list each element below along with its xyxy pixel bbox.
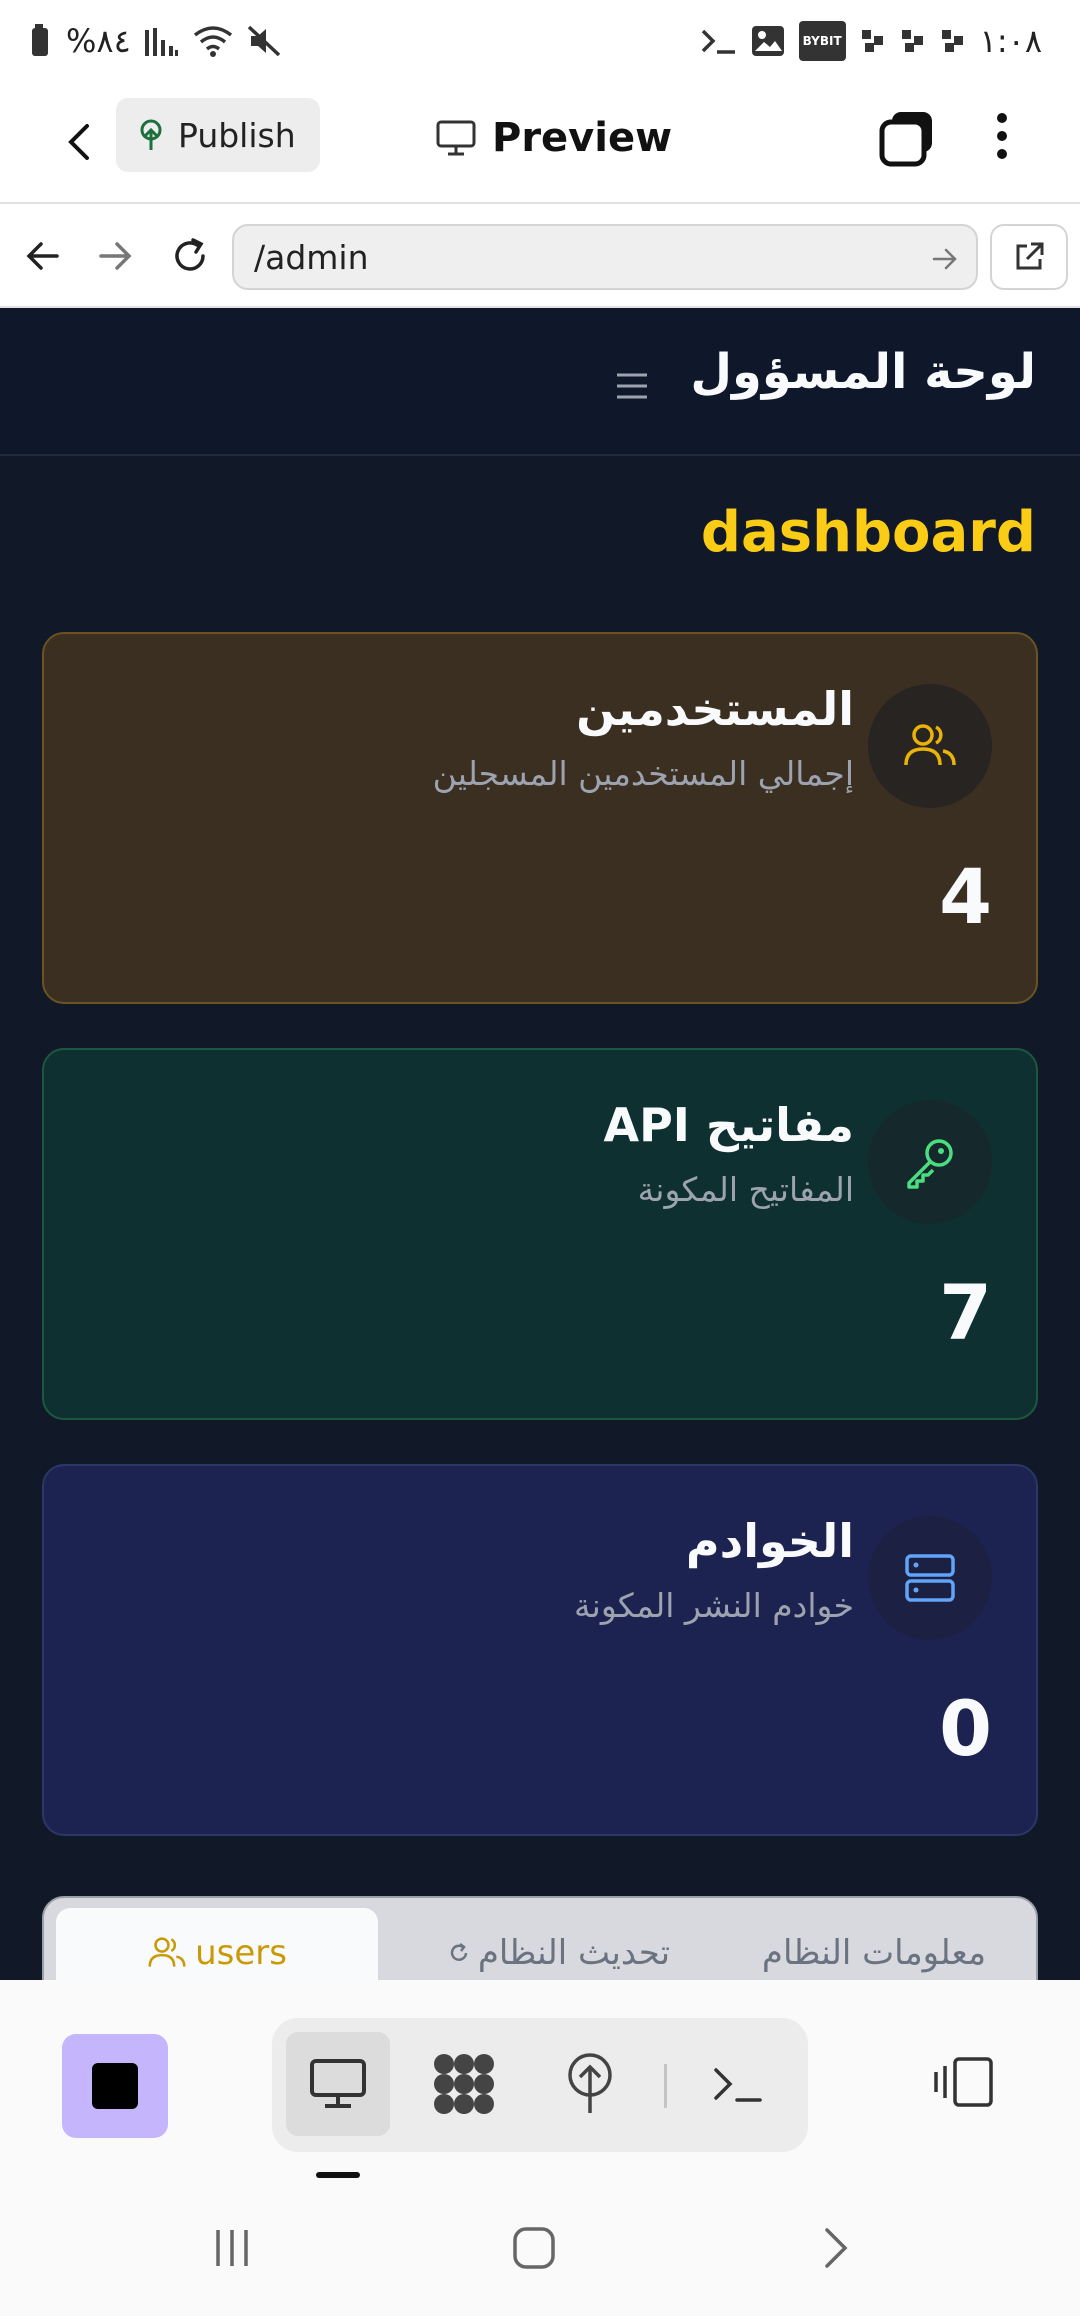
users-icon (148, 1937, 186, 1967)
url-text: /admin (254, 237, 369, 277)
wifi-icon (193, 21, 233, 61)
open-external-button[interactable] (990, 224, 1068, 290)
bybit-badge: BYBIT (798, 21, 846, 61)
app-notification-icon (900, 21, 926, 61)
card-value: 7 (939, 1268, 992, 1357)
tab-label: users (195, 1933, 287, 1973)
admin-title: لوحة المسؤول (690, 344, 1036, 400)
tab-system-update[interactable]: تحديث النظام (414, 1908, 704, 1980)
card-value: 4 (939, 852, 992, 941)
system-back-button[interactable] (796, 2216, 876, 2280)
card-subtitle: خوادم النشر المكونة (573, 1586, 854, 1625)
preview-tool-button[interactable] (286, 2032, 390, 2136)
key-icon (868, 1100, 992, 1224)
back-button[interactable] (48, 110, 108, 174)
tab-system-info[interactable]: معلومات النظام (724, 1908, 1024, 1980)
panels-button[interactable] (928, 2042, 1000, 2122)
arrow-left-icon (26, 242, 59, 270)
tab-label: معلومات النظام (761, 1933, 987, 1973)
status-right: BYBIT ١:٠٨ (701, 21, 1042, 61)
workspace-icon (434, 2054, 494, 2114)
menu-button[interactable] (604, 358, 660, 414)
card-subtitle: المفاتيح المكونة (637, 1170, 854, 1209)
battery-percent: %٨٤ (66, 22, 131, 60)
signal-icon (144, 21, 179, 61)
app-preview: لوحة المسؤول dashboard المستخدمين إجمالي… (0, 308, 1080, 1980)
publish-button[interactable]: Publish (116, 98, 320, 172)
reload-icon (175, 238, 205, 271)
terminal-icon (714, 2068, 762, 2102)
arrow-right-icon (932, 248, 957, 270)
stacked-tabs-icon (879, 112, 932, 167)
go-button[interactable] (932, 240, 958, 279)
preview-tab[interactable]: Preview (436, 102, 672, 174)
tabs-switcher-button[interactable] (878, 104, 938, 168)
app-notification-icon (940, 21, 966, 61)
admin-tabs: users تحديث النظام معلومات النظام (42, 1896, 1038, 1980)
status-bar: %٨٤ BYBIT ١:٠٨ (0, 0, 1080, 82)
publish-label: Publish (178, 115, 296, 155)
page-title: dashboard (700, 500, 1036, 565)
terminal-notification-icon (701, 21, 737, 61)
publish-icon (140, 119, 162, 150)
card-title: مفاتيح API (603, 1098, 854, 1152)
arrow-right-icon (99, 242, 132, 270)
active-tool-indicator (316, 2172, 360, 2178)
chevron-left-icon (68, 124, 89, 160)
mute-icon (247, 21, 281, 61)
hamburger-icon (617, 373, 647, 399)
deploy-icon (568, 2053, 612, 2113)
external-link-icon (1016, 242, 1044, 270)
reload-button[interactable] (162, 228, 218, 284)
admin-header: لوحة المسؤول (0, 308, 1080, 456)
home-button[interactable] (494, 2216, 574, 2280)
deploy-tool-button[interactable] (538, 2032, 642, 2136)
stat-card-servers[interactable]: الخوادم خوادم النشر المكونة 0 (42, 1464, 1038, 1836)
browser-forward-button[interactable] (88, 228, 144, 284)
card-title: المستخدمين (576, 682, 854, 736)
browser-back-button[interactable] (14, 228, 70, 284)
monitor-icon (310, 2059, 366, 2108)
home-icon (513, 2227, 555, 2269)
stat-card-users[interactable]: المستخدمين إجمالي المستخدمين المسجلين 4 (42, 632, 1038, 1004)
stat-card-api-keys[interactable]: مفاتيح API المفاتيح المكونة 7 (42, 1048, 1038, 1420)
dock-tools (272, 2018, 808, 2152)
image-notification-icon (751, 21, 785, 61)
card-value: 0 (939, 1684, 992, 1773)
card-title: الخوادم (685, 1514, 854, 1568)
workspace-toolbar: Publish Preview (0, 82, 1080, 202)
card-subtitle: إجمالي المستخدمين المسجلين (432, 754, 854, 793)
tab-label: تحديث النظام (477, 1933, 671, 1973)
chevron-right-icon (825, 2228, 848, 2268)
recents-icon (216, 2230, 248, 2266)
dock-divider (664, 2064, 667, 2108)
shell-tool-button[interactable] (686, 2032, 790, 2136)
clock: ١:٠٨ (979, 22, 1042, 60)
preview-label: Preview (492, 115, 673, 161)
preview-address-bar: /admin (0, 202, 1080, 308)
recent-apps-button[interactable] (192, 2216, 272, 2280)
monitor-icon (436, 120, 476, 156)
workspace-dock (0, 1980, 1080, 2180)
url-input[interactable]: /admin (232, 224, 978, 290)
system-navigation-bar (0, 2180, 1080, 2316)
refresh-icon (450, 1943, 468, 1961)
battery-icon (32, 21, 52, 61)
stop-icon (92, 2063, 138, 2109)
panels-icon (934, 2057, 993, 2107)
status-left: %٨٤ (32, 21, 281, 61)
more-options-button[interactable] (972, 104, 1032, 168)
server-icon (868, 1516, 992, 1640)
tab-users[interactable]: users (56, 1908, 378, 1980)
app-notification-icon (860, 21, 886, 61)
stop-button[interactable] (62, 2034, 168, 2138)
kebab-menu-icon (997, 113, 1007, 159)
users-icon (868, 684, 992, 808)
workspace-tool-button[interactable] (412, 2032, 516, 2136)
